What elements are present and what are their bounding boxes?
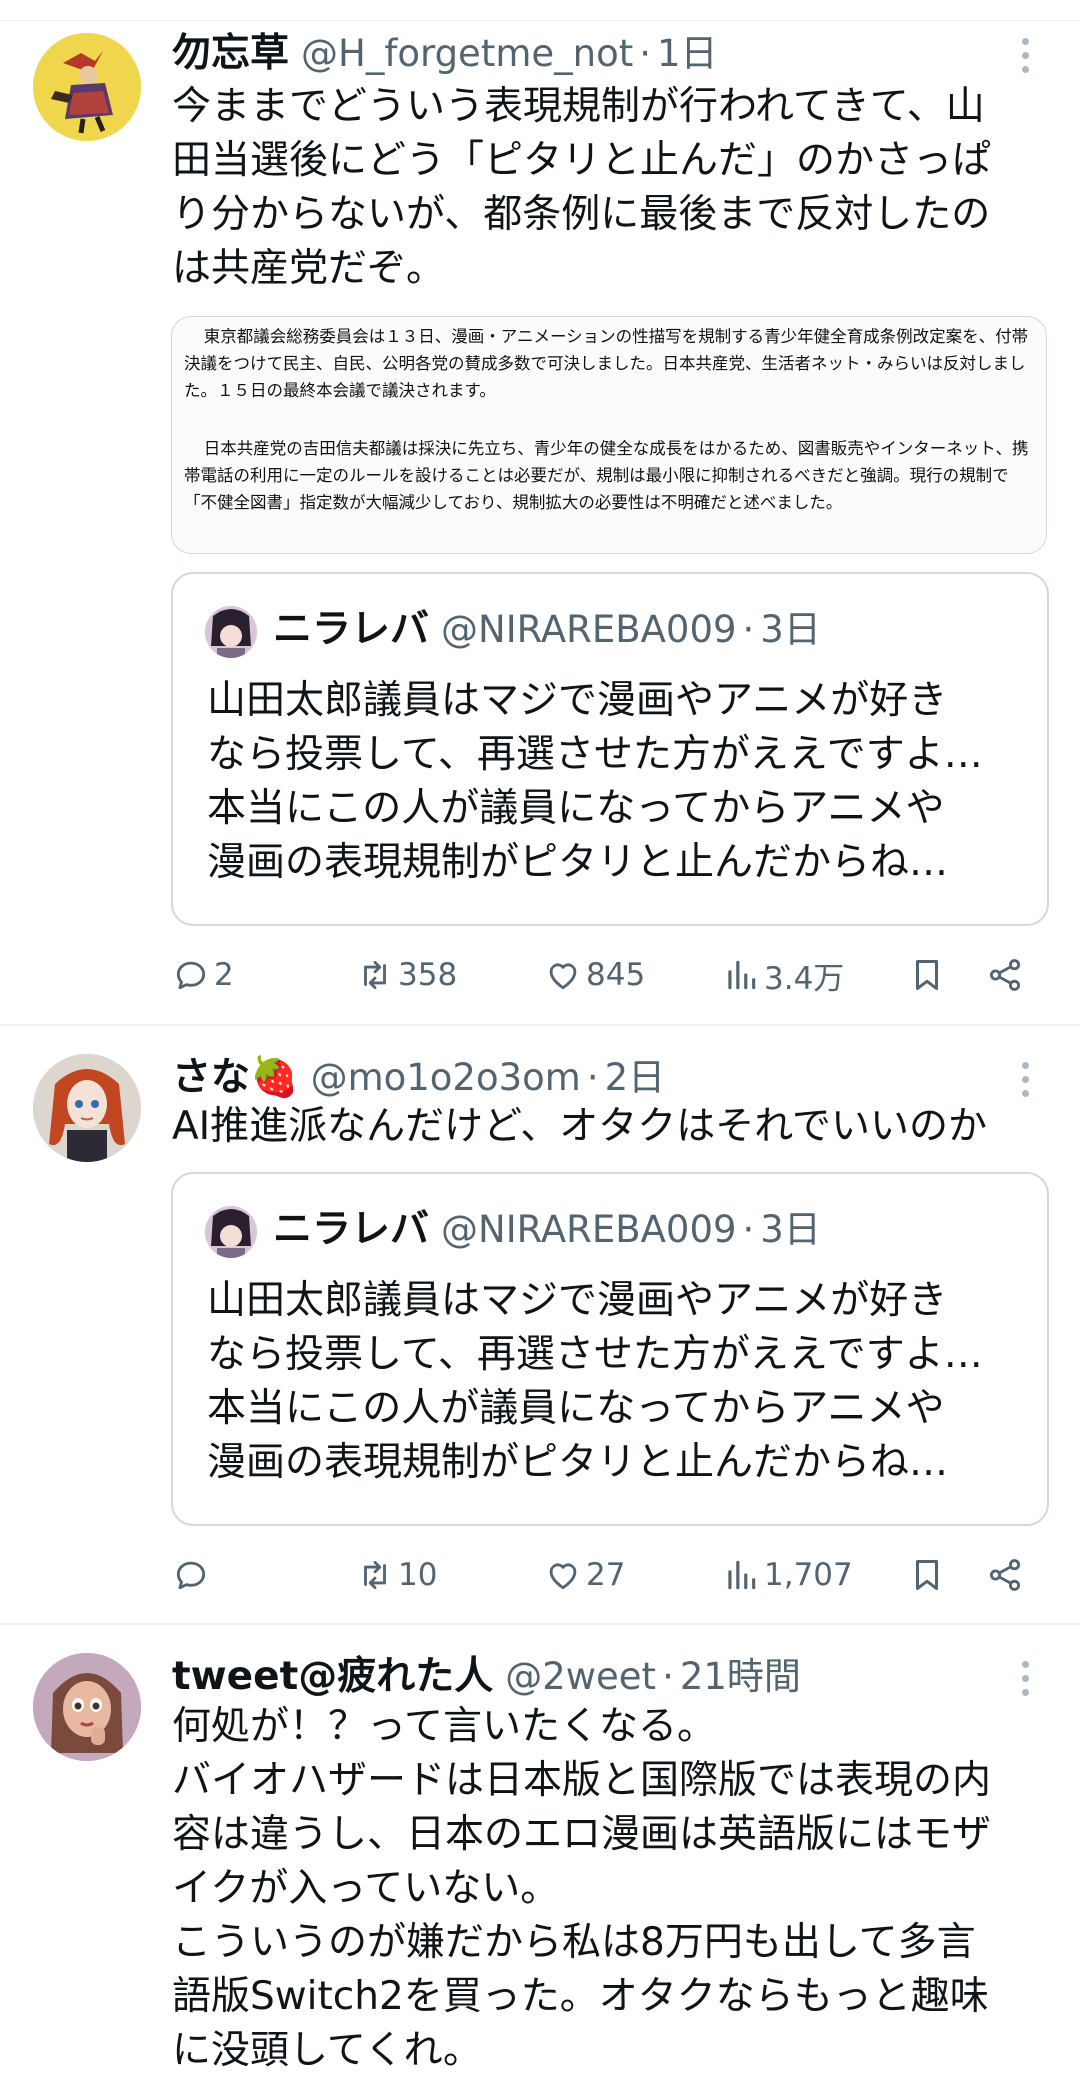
quoted-text: 山田太郎議員はマジで漫画やアニメが好き なら投票して、再選させた方がええですよ…… [207, 1278, 983, 1485]
reply-button[interactable] [172, 1545, 214, 1605]
article-paragraph-2: 日本共産党の吉田信夫都議は採決に先立ち、青少年の健全な成長をはかるため、図書販売… [184, 439, 1029, 512]
action-bar: 2 358 845 3.4万 [0, 945, 1080, 1005]
quoted-handle: @NIRAREBA009 [441, 1208, 737, 1251]
separator-dot: · [742, 608, 755, 651]
quoted-header: ニラレバ @NIRAREBA009 · 3日 [273, 598, 821, 654]
bookmark-icon [915, 1560, 939, 1590]
like-count: 27 [586, 1557, 626, 1593]
retweet-button[interactable]: 10 [356, 1545, 437, 1605]
retweet-count: 10 [398, 1557, 438, 1593]
quoted-avatar [205, 1206, 257, 1258]
tweet-header: さな🍓 @mo1o2o3om · 2日 [172, 1046, 665, 1102]
heart-icon [549, 963, 577, 990]
tweet-header: tweet@疲れた人 @2weet · 21時間 [172, 1645, 801, 1701]
more-icon[interactable] [1006, 1653, 1044, 1703]
views-icon [728, 1560, 756, 1590]
quoted-header: ニラレバ @NIRAREBA009 · 3日 [273, 1198, 821, 1254]
share-icon [989, 1559, 1021, 1591]
avatar-cartoon-image [33, 1653, 141, 1761]
avatar-girl-image [205, 1206, 257, 1258]
top-divider [0, 20, 1080, 21]
avatar-girl-image [205, 606, 257, 658]
views-button[interactable]: 1,707 [722, 1545, 853, 1605]
tweet-divider [0, 1623, 1080, 1625]
timestamp[interactable]: 21時間 [680, 1646, 801, 1700]
view-count: 3.4万 [764, 960, 845, 997]
avatar-jester-image [33, 33, 141, 141]
tweet-divider [0, 1024, 1080, 1026]
tweet-text: AI推進派なんだけど、オタクはそれでいいのか [172, 1104, 988, 1149]
timestamp[interactable]: 2日 [605, 1047, 666, 1101]
action-bar: 10 27 1,707 [0, 1545, 1080, 1605]
bookmark-icon [915, 960, 939, 990]
separator-dot: · [586, 1056, 599, 1099]
retweet-icon [364, 960, 386, 990]
retweet-count: 358 [398, 957, 458, 993]
separator-dot: · [662, 1655, 674, 1698]
avatar-doll-image [33, 1054, 141, 1162]
avatar[interactable] [33, 33, 141, 141]
handle[interactable]: @2weet [505, 1655, 656, 1698]
quoted-timestamp: 3日 [760, 1208, 821, 1251]
separator-dot: · [639, 32, 651, 75]
quoted-display-name: ニラレバ [273, 1207, 430, 1252]
tweet-header: 勿忘草 @H_forgetme_not · 1日 [172, 22, 718, 78]
quoted-display-name: ニラレバ [273, 607, 430, 652]
reply-icon [176, 1561, 206, 1590]
avatar[interactable] [33, 1653, 141, 1761]
like-count: 845 [586, 957, 646, 993]
share-icon [989, 959, 1021, 991]
avatar[interactable] [33, 1054, 141, 1162]
display-name[interactable]: さな🍓 [172, 1046, 299, 1102]
reply-icon [176, 961, 206, 990]
heart-icon [549, 1563, 577, 1590]
views-icon [728, 960, 756, 990]
handle[interactable]: @mo1o2o3om [311, 1056, 581, 1099]
bookmark-button[interactable] [908, 945, 946, 1005]
quoted-avatar [205, 606, 257, 658]
quoted-tweet[interactable]: ニラレバ @NIRAREBA009 · 3日 山田太郎議員はマジで漫画やアニメが… [171, 1172, 1049, 1526]
handle[interactable]: @H_forgetme_not [301, 32, 633, 75]
timestamp[interactable]: 1日 [657, 23, 718, 77]
more-icon[interactable] [1006, 1054, 1044, 1104]
share-button[interactable] [986, 945, 1024, 1005]
quoted-timestamp: 3日 [760, 608, 821, 651]
share-button[interactable] [986, 1545, 1024, 1605]
separator-dot: · [742, 1208, 755, 1251]
quoted-tweet[interactable]: ニラレバ @NIRAREBA009 · 3日 山田太郎議員はマジで漫画やアニメが… [171, 572, 1049, 926]
display-name[interactable]: tweet@疲れた人 [172, 1645, 493, 1701]
views-button[interactable]: 3.4万 [722, 945, 844, 1005]
bookmark-button[interactable] [908, 1545, 946, 1605]
display-name[interactable]: 勿忘草 [172, 22, 289, 78]
article-paragraph-1: 東京都議会総務委員会は１３日、漫画・アニメーションの性描写を規制する青少年健全育… [184, 327, 1029, 400]
retweet-icon [364, 1560, 386, 1590]
like-button[interactable]: 27 [544, 1545, 625, 1605]
attached-article-image[interactable]: 東京都議会総務委員会は１３日、漫画・アニメーションの性描写を規制する青少年健全育… [171, 316, 1047, 554]
view-count: 1,707 [764, 1557, 853, 1593]
reply-count: 2 [214, 957, 234, 993]
quoted-text: 山田太郎議員はマジで漫画やアニメが好き なら投票して、再選させた方がええですよ…… [207, 678, 983, 885]
retweet-button[interactable]: 358 [356, 945, 457, 1005]
tweet-text: 何処が！？って言いたくなる。 バイオハザードは日本版と国際版では表現の内 容は違… [172, 1704, 992, 2073]
reply-button[interactable]: 2 [172, 945, 234, 1005]
more-icon[interactable] [1006, 30, 1044, 80]
quoted-handle: @NIRAREBA009 [441, 608, 737, 651]
like-button[interactable]: 845 [544, 945, 645, 1005]
tweet-text: 今ままでどういう表現規制が行われてきて、山 田当選後にどう「ピタリと止んだ」のか… [172, 84, 992, 291]
